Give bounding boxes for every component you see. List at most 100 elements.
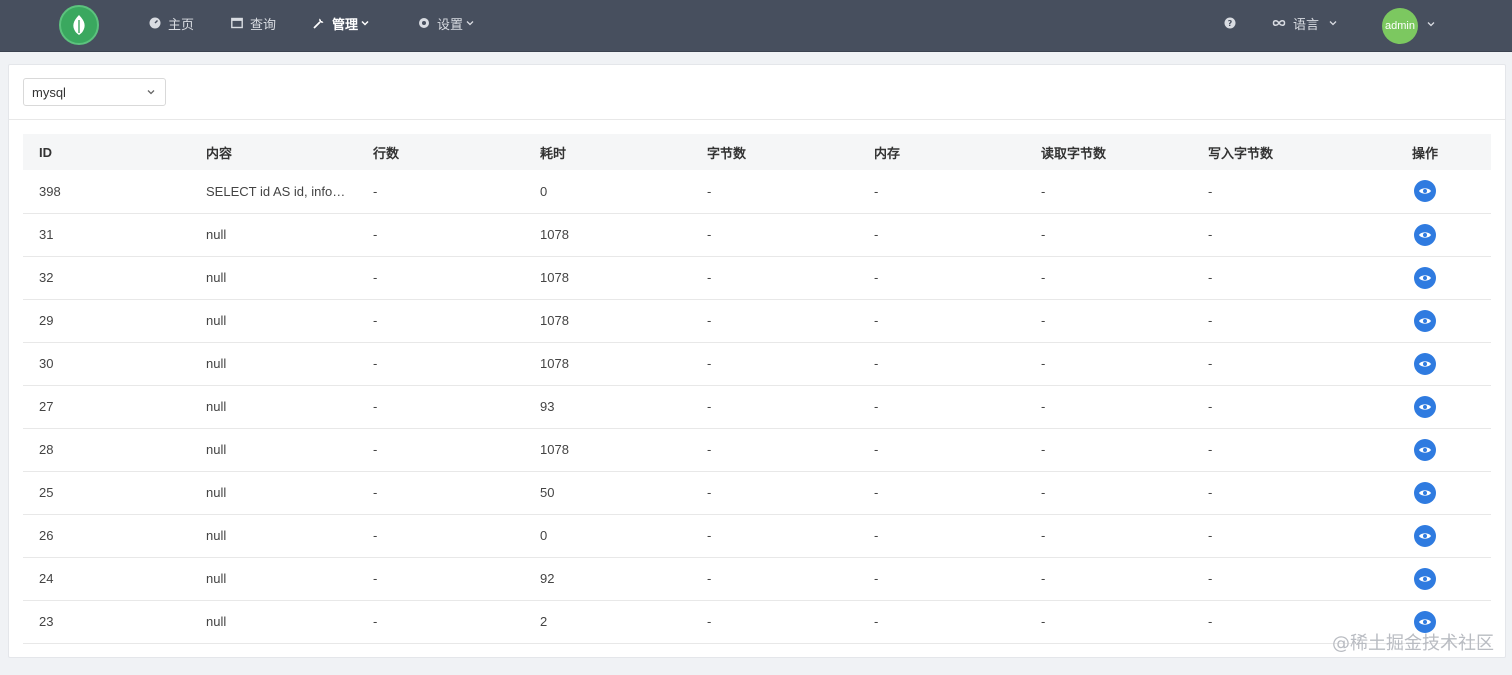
table-cell: - (858, 471, 1025, 515)
table-cell: - (357, 514, 524, 558)
table-cell: - (1025, 385, 1192, 429)
eye-icon (1419, 532, 1431, 539)
eye-icon (1419, 317, 1431, 324)
action-cell (1359, 385, 1491, 429)
chevron-down-icon (466, 21, 474, 26)
window-icon (231, 17, 243, 29)
action-cell (1359, 514, 1491, 558)
table-cell: 1078 (524, 342, 691, 386)
table-cell: 1078 (524, 428, 691, 472)
nav-item-home[interactable]: 主页 (149, 0, 194, 46)
table-cell: - (691, 557, 858, 601)
table-cell: - (1025, 428, 1192, 472)
help-button[interactable]: ? (1224, 0, 1236, 46)
table-row: 26 null -0- - - - (23, 514, 1491, 558)
view-detail-button[interactable] (1414, 223, 1436, 246)
table-cell: - (1025, 557, 1192, 601)
nav-item-settings[interactable]: 设置 (418, 0, 475, 46)
table-row: 23 null -2- - - - (23, 600, 1491, 644)
view-detail-button[interactable] (1414, 438, 1436, 461)
table-cell: - (858, 600, 1025, 644)
table-cell: - (1025, 256, 1192, 300)
user-avatar[interactable]: admin (1382, 8, 1418, 44)
language-label: 语言 (1293, 16, 1320, 32)
table-cell: - (691, 170, 858, 214)
table-cell: 30 (23, 342, 190, 386)
table-header-row: ID 内容 行数 耗时 字节数 内存 读取字节数 写入字节数 操作 (23, 134, 1491, 170)
nav-item-query[interactable]: 查询 (231, 0, 276, 46)
table-cell: - (1192, 385, 1359, 429)
table-cell: 2 (524, 600, 691, 644)
query-history-table: ID 内容 行数 耗时 字节数 内存 读取字节数 写入字节数 操作 398 SELECT id A… (23, 134, 1491, 644)
table-row: 27 null -93- - - - (23, 385, 1491, 429)
table-cell: - (1192, 557, 1359, 601)
table-cell: - (691, 299, 858, 343)
column-header: 字节数 (691, 134, 858, 170)
dashboard-icon (149, 17, 161, 29)
table-cell: null (190, 600, 357, 644)
column-header: 写入字节数 (1192, 134, 1359, 170)
table-cell: - (1192, 299, 1359, 343)
view-detail-button[interactable] (1414, 524, 1436, 547)
table-cell: null (190, 428, 357, 472)
table-cell: null (190, 557, 357, 601)
table-cell: - (858, 342, 1025, 386)
action-cell (1359, 299, 1491, 343)
nav-item-label: 设置 (437, 16, 464, 32)
column-header: 耗时 (524, 134, 691, 170)
view-detail-button[interactable] (1414, 481, 1436, 504)
table-row: 32 null -1078- - - - (23, 256, 1491, 300)
view-detail-button[interactable] (1414, 180, 1436, 203)
nav-item-label: 主页 (168, 16, 195, 32)
table-cell: 92 (524, 557, 691, 601)
eye-icon (1419, 575, 1431, 582)
view-detail-button[interactable] (1414, 266, 1436, 289)
table-cell: null (190, 385, 357, 429)
app-logo[interactable] (59, 5, 99, 45)
table-cell: - (691, 385, 858, 429)
language-menu[interactable]: 语言 (1272, 0, 1338, 46)
infinity-icon (1272, 17, 1286, 29)
nav-item-manage[interactable]: 管理 (313, 0, 370, 46)
view-detail-button[interactable] (1414, 309, 1436, 332)
table-cell: - (858, 385, 1025, 429)
table-cell: - (1025, 213, 1192, 257)
table-cell: - (357, 256, 524, 300)
table-cell: - (691, 256, 858, 300)
table-cell: - (1025, 514, 1192, 558)
column-header: ID (23, 134, 190, 170)
query-history-table-wrapper: ID 内容 行数 耗时 字节数 内存 读取字节数 写入字节数 操作 398 SELECT id A… (23, 134, 1491, 644)
table-cell: - (357, 342, 524, 386)
avatar-label: admin (1385, 20, 1415, 32)
eye-icon (1419, 188, 1431, 194)
action-cell (1359, 213, 1491, 257)
eye-icon (1419, 274, 1431, 281)
svg-text:?: ? (1228, 19, 1233, 28)
table-cell: null (190, 256, 357, 300)
table-cell: - (691, 213, 858, 257)
view-detail-button[interactable] (1414, 395, 1436, 418)
table-cell: - (1192, 514, 1359, 558)
source-select[interactable]: mysql (23, 78, 166, 106)
table-cell: null (190, 299, 357, 343)
table-row: 24 null -92- - - - (23, 557, 1491, 601)
table-cell: - (691, 428, 858, 472)
action-cell (1359, 428, 1491, 472)
table-cell: - (1192, 170, 1359, 214)
view-detail-button[interactable] (1414, 352, 1436, 375)
view-detail-button[interactable] (1414, 567, 1436, 590)
table-cell: - (858, 213, 1025, 257)
chevron-down-icon (361, 20, 369, 26)
table-cell: - (1025, 471, 1192, 515)
source-select-value: mysql (32, 84, 66, 100)
table-cell: - (1025, 299, 1192, 343)
table-cell: - (1025, 600, 1192, 644)
table-cell: - (1025, 342, 1192, 386)
wrench-icon (313, 17, 325, 29)
table-cell: - (858, 256, 1025, 300)
table-cell: 1078 (524, 299, 691, 343)
table-cell: - (1192, 213, 1359, 257)
action-cell (1359, 471, 1491, 515)
user-menu-chevron-down-icon[interactable] (1426, 19, 1436, 29)
table-cell: - (357, 170, 524, 214)
